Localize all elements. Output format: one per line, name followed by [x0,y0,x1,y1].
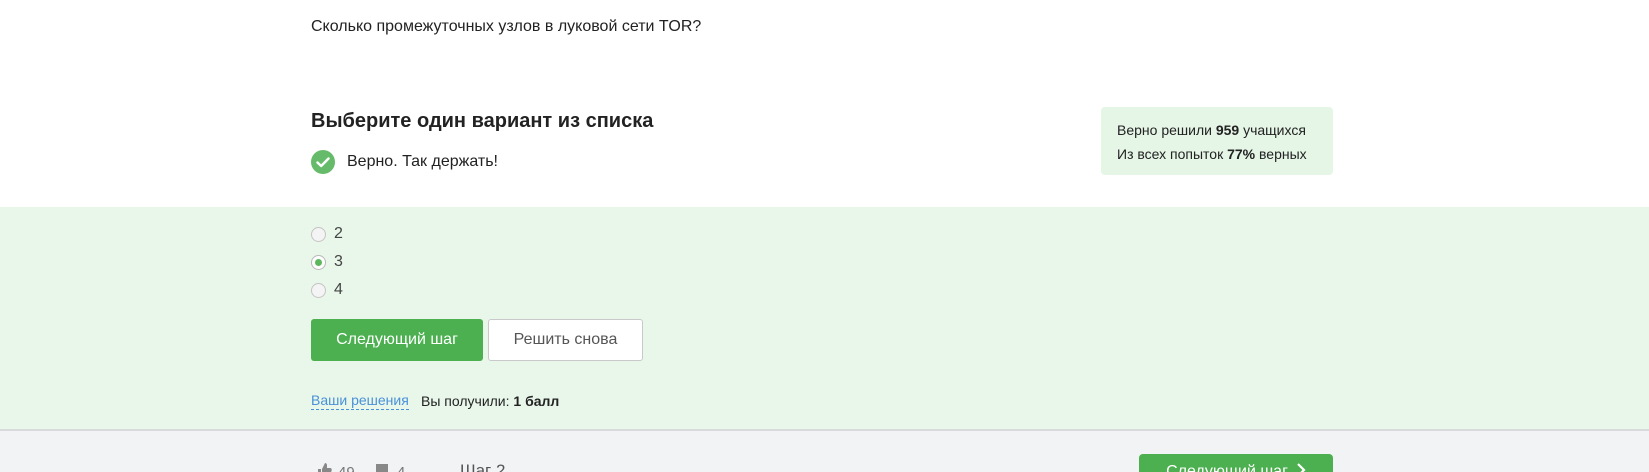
stats-attempts-line: Из всех попыток 77% верных [1117,142,1317,166]
step-page: Сколько промежуточных узлов в луковой се… [0,0,1649,472]
step-indicator: Шаг 2 [460,461,506,472]
likes-count: 49 [338,463,355,472]
stats-box: Верно решили 959 учащихся Из всех попыто… [1101,107,1333,175]
retry-button[interactable]: Решить снова [488,319,643,361]
comment-icon [375,462,391,472]
feedback-text: Верно. Так держать! [347,153,498,170]
score-prefix: Вы получили: [421,393,510,409]
radio-checked-icon[interactable] [311,254,326,270]
footer-next-step-button[interactable]: Следующий шаг [1139,454,1333,472]
your-solutions-link[interactable]: Ваши решения [311,392,409,410]
stats-solved-suffix: учащихся [1243,122,1306,138]
stats-attempts-suffix: верных [1259,146,1307,162]
score-text: Вы получили: 1 балл [421,393,559,409]
score-value: 1 балл [513,393,560,409]
comments-button[interactable]: 4 [375,462,405,472]
option-3[interactable]: 3 [311,253,343,271]
like-button[interactable]: 49 [316,462,355,472]
next-step-button[interactable]: Следующий шаг [311,319,483,361]
radio-unchecked-icon[interactable] [311,282,326,298]
radio-unchecked-icon[interactable] [311,226,326,242]
stats-solved-prefix: Верно решили [1117,122,1212,138]
feedback-message: Верно. Так держать! [311,150,498,174]
stats-attempts-prefix: Из всех попыток [1117,146,1224,162]
answer-area [0,207,1649,429]
comments-count: 4 [397,463,406,472]
stats-solved-count: 959 [1215,122,1240,138]
footer-next-label: Следующий шаг [1166,463,1288,472]
question-text: Сколько промежуточных узлов в луковой се… [311,18,702,35]
stats-solved-line: Верно решили 959 учащихся [1117,118,1317,142]
section-title: Выберите один вариант из списка [311,110,654,132]
footer-bar [0,429,1649,472]
option-label: 4 [334,281,343,298]
option-4[interactable]: 4 [311,281,343,299]
thumbs-up-icon [316,462,332,472]
option-2[interactable]: 2 [311,225,343,243]
option-label: 3 [334,253,343,270]
option-label: 2 [334,225,343,242]
check-circle-icon [311,150,335,174]
chevron-right-icon [1296,462,1306,472]
stats-attempts-percent: 77% [1227,146,1256,162]
